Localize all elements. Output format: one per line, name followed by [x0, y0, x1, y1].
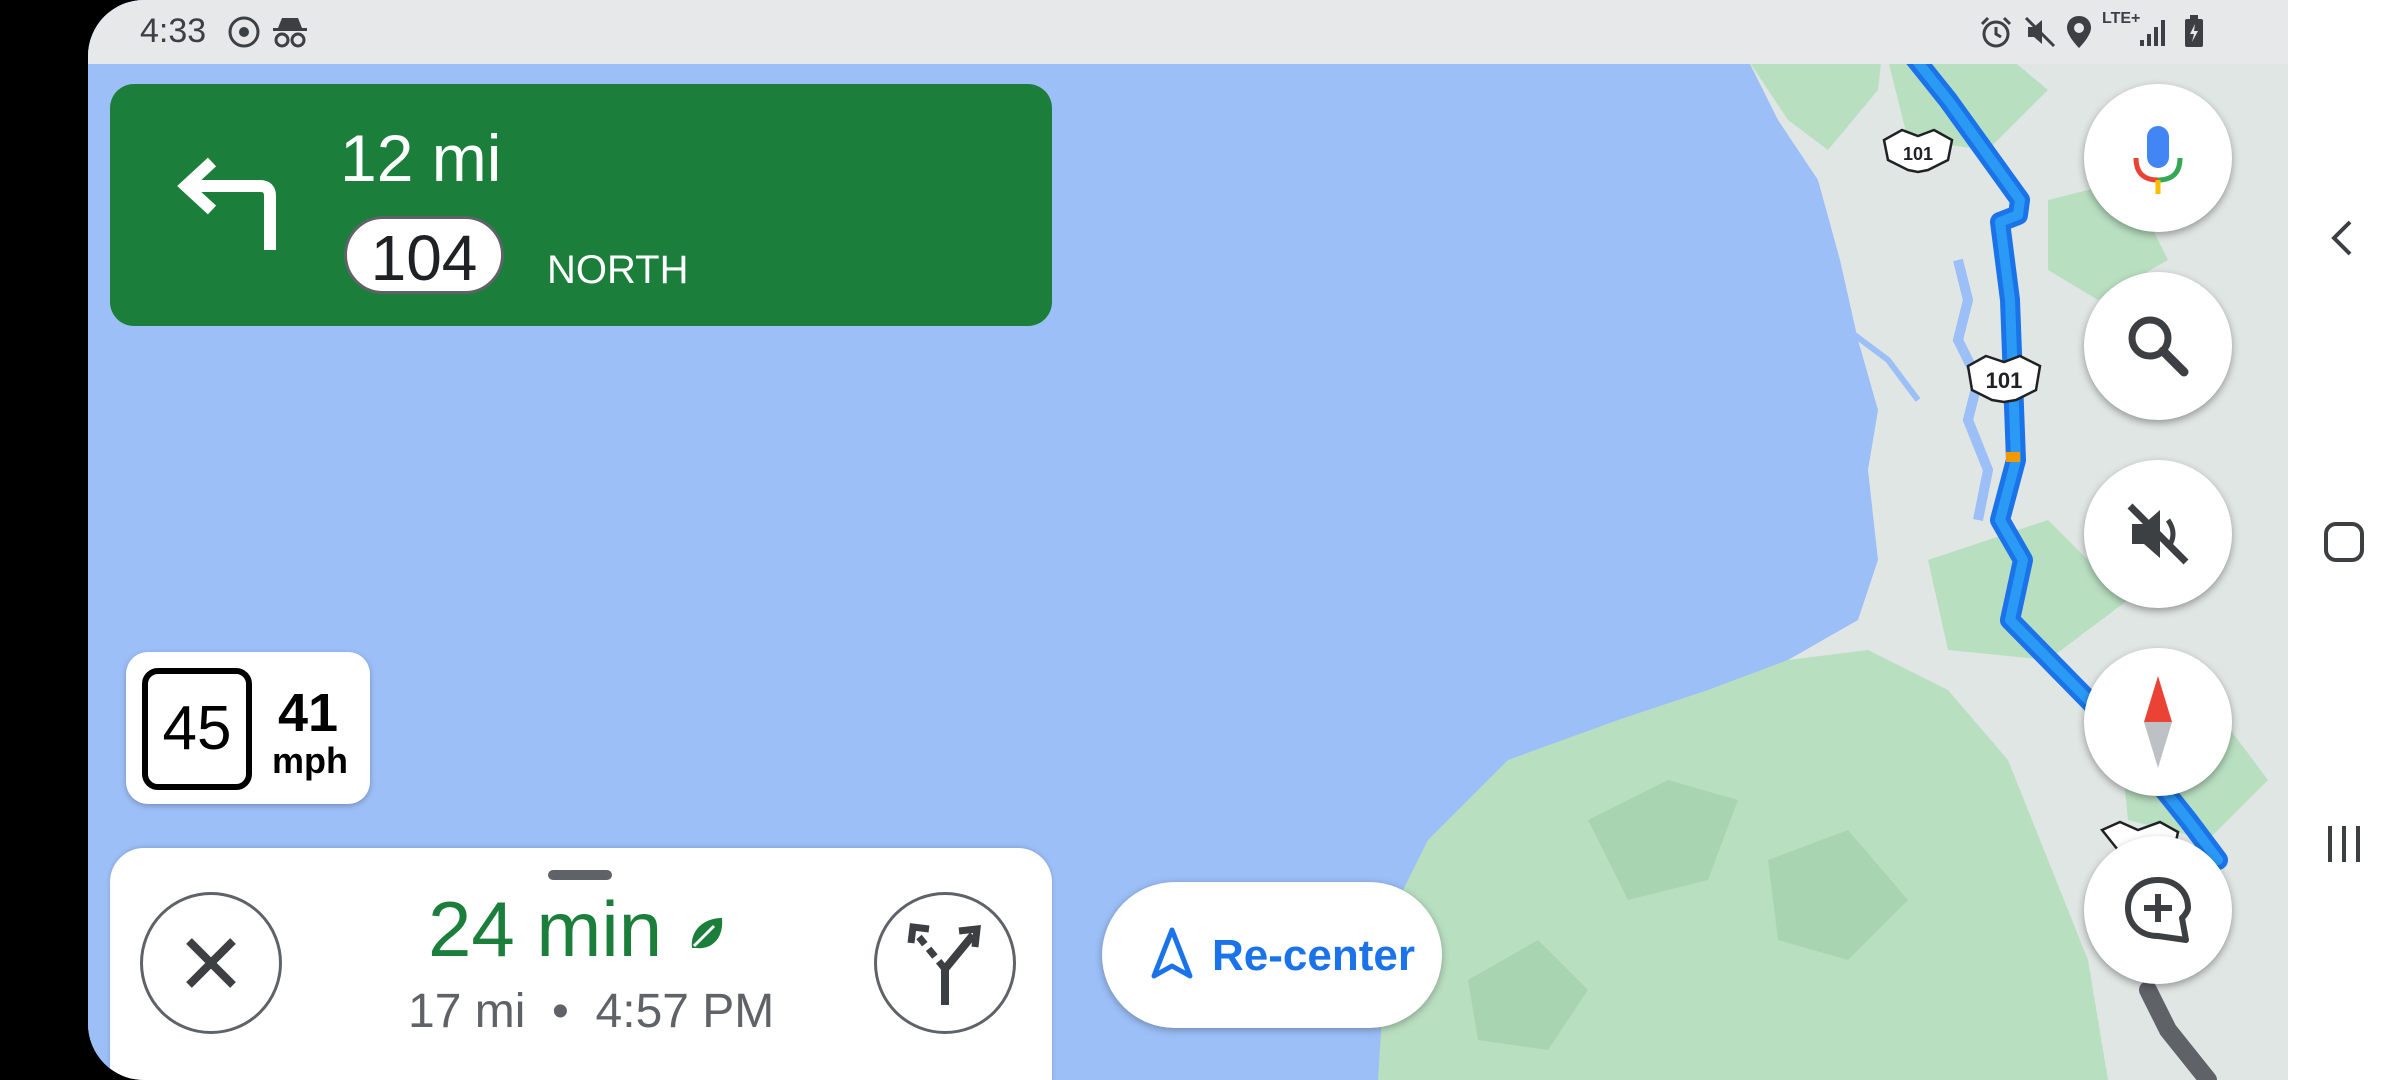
recenter-label: Re-center [1212, 931, 1415, 980]
svg-text:101: 101 [1903, 144, 1933, 164]
eta-duration: 24 min [428, 884, 730, 975]
search-button[interactable] [2084, 272, 2232, 420]
system-navigation-bar [2288, 0, 2400, 1080]
route-shield: 104 [344, 216, 504, 294]
location-icon [2067, 16, 2091, 48]
radio-icon [228, 16, 260, 48]
trip-summary-panel[interactable]: 24 min 17 mi • 4:57 PM [110, 848, 1052, 1080]
battery-charging-icon [2185, 15, 2203, 47]
incognito-icon [273, 18, 307, 48]
search-icon [2128, 316, 2189, 377]
close-navigation-button[interactable] [140, 892, 282, 1034]
route-direction: NORTH [547, 248, 689, 292]
speed-unit: mph [272, 740, 348, 781]
speedometer: 45 41 mph [126, 652, 370, 804]
turn-instruction-card[interactable]: 12 mi 104 NORTH [110, 84, 1052, 326]
mic-icon [2133, 126, 2183, 194]
back-icon[interactable] [2322, 216, 2366, 260]
network-type: LTE+ [2102, 10, 2141, 27]
arrival-time: 4:57 PM [595, 985, 775, 1038]
add-report-button[interactable] [2084, 836, 2232, 984]
svg-text:101: 101 [1986, 368, 2023, 393]
alternate-routes-button[interactable] [874, 892, 1016, 1034]
mute-voice-button[interactable] [2084, 460, 2232, 608]
trip-distance: 17 mi [408, 985, 526, 1038]
voice-search-button[interactable] [2084, 84, 2232, 232]
navigation-arrow-icon [1151, 927, 1193, 979]
close-icon [186, 938, 236, 988]
alternate-routes-icon [907, 923, 981, 1005]
volume-off-icon [2127, 503, 2189, 565]
alarm-icon [1980, 16, 2012, 48]
eta-duration-text: 24 min [428, 885, 663, 973]
recents-icon[interactable] [2322, 822, 2366, 866]
turn-distance: 12 mi [340, 121, 502, 195]
separator-dot: • [552, 985, 569, 1038]
status-bar: 4:33 LTE+ [88, 0, 2288, 64]
signal-icon [2140, 20, 2165, 46]
turn-left-icon [177, 157, 276, 250]
leaf-icon [691, 918, 723, 949]
add-report-icon [2125, 877, 2191, 943]
speed-limit-sign: 45 [142, 668, 252, 790]
trip-details: 17 mi • 4:57 PM [408, 984, 774, 1039]
recenter-button[interactable]: Re-center [1102, 882, 1442, 1028]
home-icon[interactable] [2322, 520, 2366, 564]
drag-handle[interactable] [548, 870, 612, 880]
current-speed: 41 [278, 683, 339, 743]
map-screen[interactable]: 101 101 4:33 LTE+ 12 mi 104 NORTH 45 41 … [88, 0, 2288, 1080]
mute-icon [2024, 16, 2056, 48]
status-time: 4:33 [140, 12, 207, 50]
compass-icon [2144, 676, 2172, 768]
compass-button[interactable] [2084, 648, 2232, 796]
